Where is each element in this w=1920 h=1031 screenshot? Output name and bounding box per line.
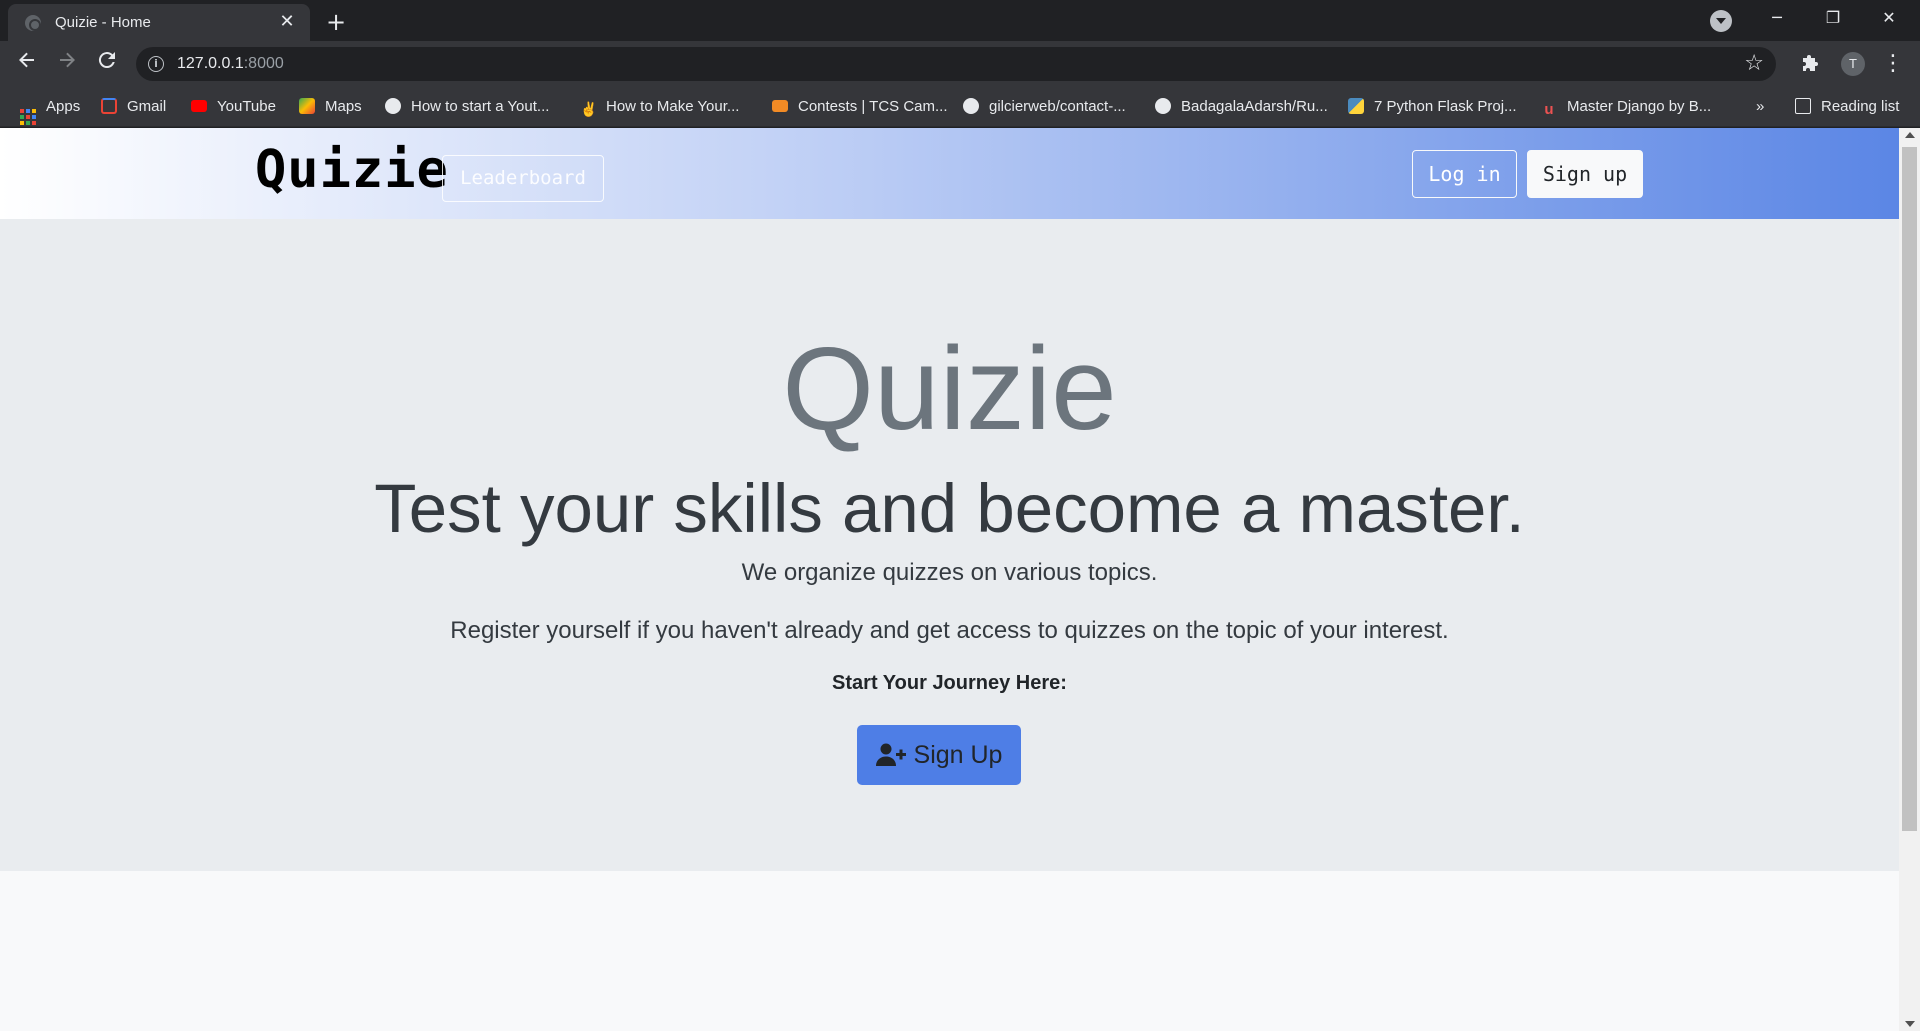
- url-host: 127.0.0.1: [177, 55, 244, 72]
- restore-button[interactable]: ❐: [1805, 0, 1861, 36]
- signup-nav-button[interactable]: Sign up: [1527, 150, 1643, 198]
- hero-start-label: Start Your Journey Here:: [832, 672, 1067, 694]
- bookmark-label: 7 Python Flask Proj...: [1374, 98, 1517, 115]
- hero-title: Quizie: [782, 323, 1117, 455]
- bookmark-django[interactable]: u Master Django by B...: [1541, 96, 1711, 118]
- profile-avatar[interactable]: T: [1841, 52, 1865, 76]
- apps-grid-icon: [20, 109, 36, 125]
- hero-signup-button[interactable]: Sign Up: [857, 725, 1021, 785]
- url-text: 127.0.0.1:8000: [177, 55, 284, 73]
- bookmark-label: gilcierweb/contact-...: [989, 98, 1126, 115]
- hero-section: Quizie Test your skills and become a mas…: [0, 219, 1899, 871]
- hero-description: We organize quizzes on various topics.: [741, 559, 1158, 586]
- hero-register-text: Register yourself if you haven't already…: [450, 617, 1449, 644]
- bookmark-youtube[interactable]: YouTube: [191, 96, 276, 118]
- youtube-icon: [191, 100, 207, 112]
- close-tab-icon[interactable]: ✕: [276, 11, 298, 33]
- login-button[interactable]: Log in: [1412, 150, 1517, 198]
- python-icon: [1348, 98, 1364, 114]
- site-brand[interactable]: Quizie: [255, 140, 449, 200]
- new-tab-button[interactable]: +: [322, 8, 350, 36]
- bookmark-label: Contests | TCS Cam...: [798, 98, 948, 115]
- bookmark-badagala[interactable]: BadagalaAdarsh/Ru...: [1155, 96, 1328, 118]
- scroll-down-arrow-icon[interactable]: [1905, 1021, 1915, 1027]
- bookmark-label: YouTube: [217, 98, 276, 115]
- bookmark-tcs[interactable]: Contests | TCS Cam...: [772, 96, 948, 118]
- browser-tab[interactable]: Quizie - Home ✕: [8, 4, 310, 41]
- forward-arrow-icon: [60, 52, 75, 68]
- site-info-icon[interactable]: i: [148, 56, 164, 72]
- browser-menu-icon[interactable]: ⋮: [1882, 50, 1904, 78]
- back-arrow-icon: [19, 52, 34, 68]
- reload-icon: [98, 52, 115, 69]
- bookmark-gilcierweb[interactable]: gilcierweb/contact-...: [963, 96, 1126, 118]
- address-bar[interactable]: i 127.0.0.1:8000 ☆: [136, 47, 1776, 81]
- reading-list-icon: [1795, 98, 1811, 114]
- scroll-thumb[interactable]: [1902, 147, 1917, 831]
- globe-icon: [385, 98, 401, 114]
- puzzle-icon: [1803, 55, 1818, 71]
- bookmark-label: How to Make Your...: [606, 98, 740, 115]
- browser-toolbar: i 127.0.0.1:8000 ☆: [0, 41, 1920, 87]
- bookmark-flask[interactable]: 7 Python Flask Proj...: [1348, 96, 1517, 118]
- more-bookmarks-button[interactable]: »: [1756, 96, 1764, 118]
- forward-button[interactable]: [52, 49, 82, 79]
- bookmark-star-icon[interactable]: ☆: [1744, 51, 1764, 76]
- bookmark-apps[interactable]: Apps: [20, 96, 81, 125]
- hero-tagline: Test your skills and become a master.: [374, 470, 1525, 547]
- tab-search-button[interactable]: [1710, 10, 1732, 32]
- bookmark-youtube-guide[interactable]: How to start a Yout...: [385, 96, 549, 118]
- leaderboard-button[interactable]: Leaderboard: [442, 155, 604, 202]
- github-icon: [963, 98, 979, 114]
- bookmarks-bar: Apps Gmail YouTube Maps How to start a Y…: [0, 87, 1920, 127]
- tcs-icon: [772, 100, 788, 112]
- bookmark-maps[interactable]: Maps: [299, 96, 362, 118]
- bookmark-make-your[interactable]: ✌ How to Make Your...: [580, 96, 739, 118]
- user-plus-icon: [875, 743, 906, 766]
- scroll-up-arrow-icon[interactable]: [1905, 132, 1915, 138]
- site-navbar: Quizie Leaderboard Log in Sign up: [0, 128, 1899, 219]
- udemy-icon: u: [1544, 101, 1554, 118]
- back-button[interactable]: [12, 49, 42, 79]
- tab-strip: Quizie - Home ✕ + ─ ❐ ✕: [0, 0, 1920, 41]
- reading-list-button[interactable]: Reading list: [1795, 96, 1899, 118]
- bookmark-label: Gmail: [127, 98, 167, 115]
- reading-list-label: Reading list: [1821, 98, 1900, 115]
- bookmark-label: BadagalaAdarsh/Ru...: [1181, 98, 1328, 115]
- github-icon: [1155, 98, 1171, 114]
- bookmark-label: Master Django by B...: [1567, 98, 1712, 115]
- maps-icon: [299, 98, 315, 114]
- window-close-button[interactable]: ✕: [1861, 0, 1917, 36]
- bookmark-label: Apps: [46, 98, 81, 115]
- reload-button[interactable]: [92, 49, 122, 79]
- url-port: :8000: [243, 55, 284, 72]
- gmail-icon: [101, 98, 117, 114]
- bookmark-label: Maps: [325, 98, 362, 115]
- tab-title: Quizie - Home: [55, 14, 151, 31]
- page-viewport: Quizie Leaderboard Log in Sign up Quizie…: [0, 128, 1899, 1031]
- hero-signup-label: Sign Up: [913, 741, 1003, 769]
- bookmark-label: How to start a Yout...: [411, 98, 550, 115]
- globe-icon: [25, 15, 41, 31]
- extensions-puzzle-icon[interactable]: [1798, 50, 1824, 76]
- bookmark-gmail[interactable]: Gmail: [101, 96, 166, 118]
- minimize-button[interactable]: ─: [1749, 0, 1805, 36]
- page-scrollbar[interactable]: [1899, 128, 1920, 1031]
- peace-hand-icon: ✌: [580, 101, 598, 117]
